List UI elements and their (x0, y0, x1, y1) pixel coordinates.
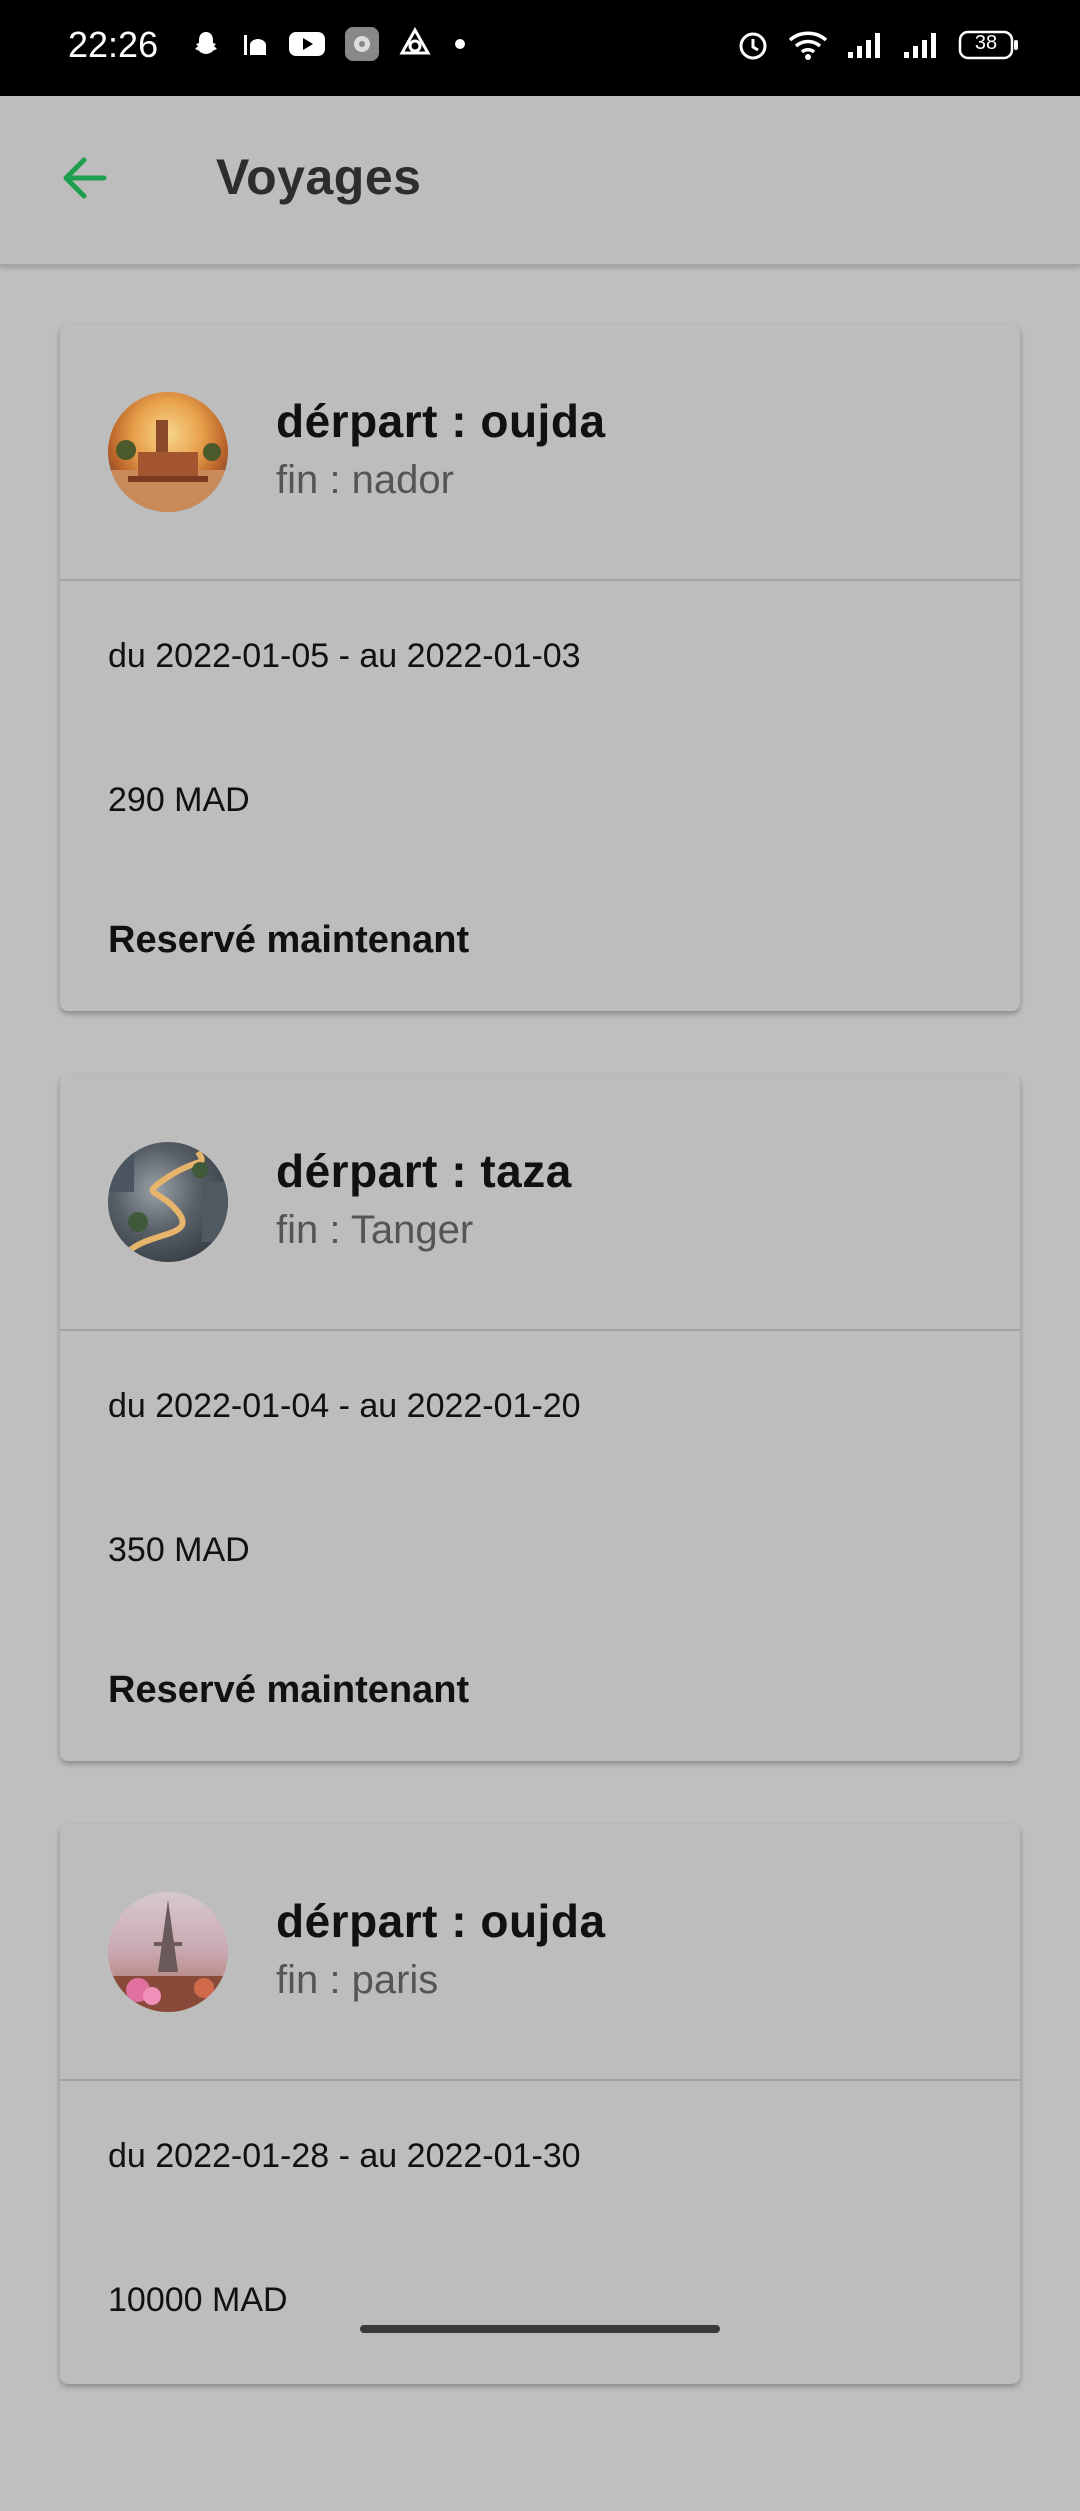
trip-card-header: dérpart : oujda fin : paris (60, 1824, 1020, 2081)
trip-price: 350 MAD (108, 1531, 250, 1569)
notification-icons (190, 26, 470, 62)
home-indicator[interactable] (360, 2325, 720, 2333)
trip-card: dérpart : taza fin : Tanger du 2022-01-0… (60, 1074, 1020, 1761)
trip-destination: fin : Tanger (276, 1208, 474, 1252)
wifi-icon (788, 28, 828, 62)
trip-departure: dérpart : oujda (276, 395, 606, 447)
trip-destination: fin : nador (276, 458, 454, 502)
vpn-icon (398, 27, 432, 61)
battery-icon: 38 (958, 29, 1020, 61)
snapchat-icon (190, 28, 222, 60)
status-bar: 22:26 38 (0, 0, 1080, 96)
arrow-left-icon (63, 157, 107, 199)
trip-card: dérpart : oujda fin : nador du 2022-01-0… (60, 324, 1020, 1011)
marrakech-image (108, 420, 228, 512)
system-icons: 38 (736, 28, 1020, 62)
trip-price: 10000 MAD (108, 2281, 288, 2319)
dot-icon (450, 34, 470, 54)
mosque-icon (240, 29, 270, 59)
signal-icon (846, 30, 884, 60)
settings-app-icon (344, 26, 380, 62)
trip-card-header: dérpart : oujda fin : nador (60, 324, 1020, 581)
trip-card-body: du 2022-01-28 - au 2022-01-30 10000 MAD (60, 2081, 1020, 2511)
status-time: 22:26 (68, 24, 159, 65)
back-button[interactable] (48, 142, 120, 214)
reserve-button[interactable]: Reservé maintenant (108, 919, 469, 962)
trip-card-body: du 2022-01-04 - au 2022-01-20 350 MAD Re… (60, 1331, 1020, 1761)
trip-departure: dérpart : taza (276, 1145, 572, 1197)
city-street-image (108, 1142, 228, 1255)
trip-dates: du 2022-01-05 - au 2022-01-03 (108, 637, 581, 675)
trip-card-body: du 2022-01-05 - au 2022-01-03 290 MAD Re… (60, 581, 1020, 1011)
alarm-icon (736, 28, 770, 62)
battery-level: 38 (974, 32, 998, 54)
youtube-icon (288, 29, 326, 59)
page-title: Voyages (216, 149, 422, 205)
trip-departure: dérpart : oujda (276, 1895, 606, 1947)
signal-icon (902, 30, 940, 60)
reserve-button[interactable]: Reservé maintenant (108, 1669, 469, 1712)
trip-destination: fin : paris (276, 1958, 439, 2002)
app-bar: Voyages (0, 96, 1080, 265)
trip-price: 290 MAD (108, 781, 250, 819)
trip-card-header: dérpart : taza fin : Tanger (60, 1074, 1020, 1331)
trip-dates: du 2022-01-04 - au 2022-01-20 (108, 1387, 581, 1425)
trip-avatar (108, 392, 228, 512)
paris-image (108, 1900, 228, 2012)
trip-card: dérpart : oujda fin : paris du 2022-01-2… (60, 1824, 1020, 2384)
trip-avatar (108, 1142, 228, 1262)
trip-dates: du 2022-01-28 - au 2022-01-30 (108, 2137, 581, 2175)
trip-avatar (108, 1892, 228, 2012)
